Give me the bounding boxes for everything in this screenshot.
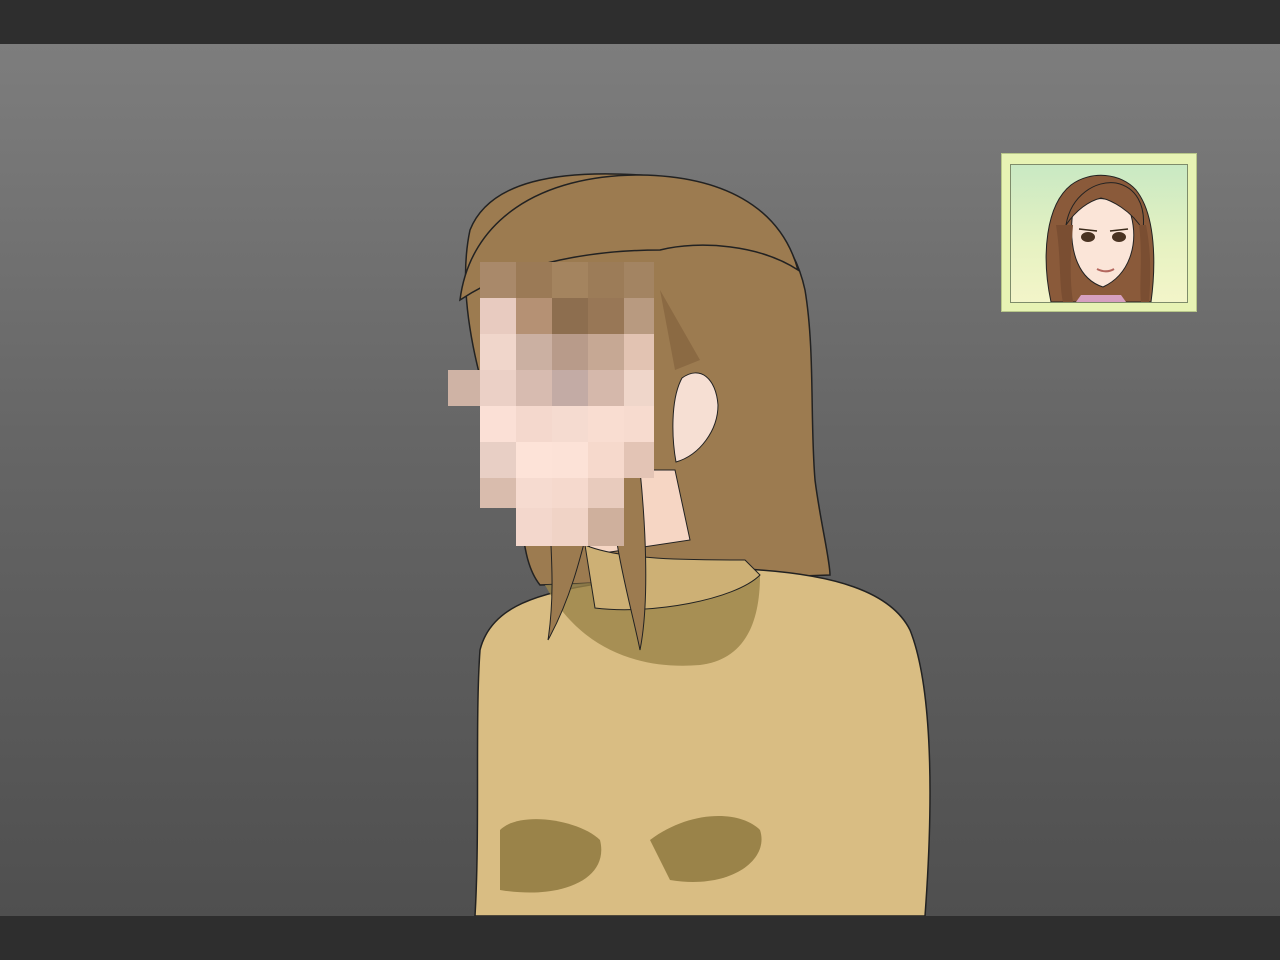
character-portrait <box>1010 164 1188 303</box>
character-portrait-frame <box>1001 153 1197 312</box>
bottom-letterbox-bar <box>0 916 1280 960</box>
portrait-face-image <box>1045 174 1155 302</box>
top-letterbox-bar <box>0 0 1280 44</box>
game-scene[interactable] <box>0 44 1280 916</box>
